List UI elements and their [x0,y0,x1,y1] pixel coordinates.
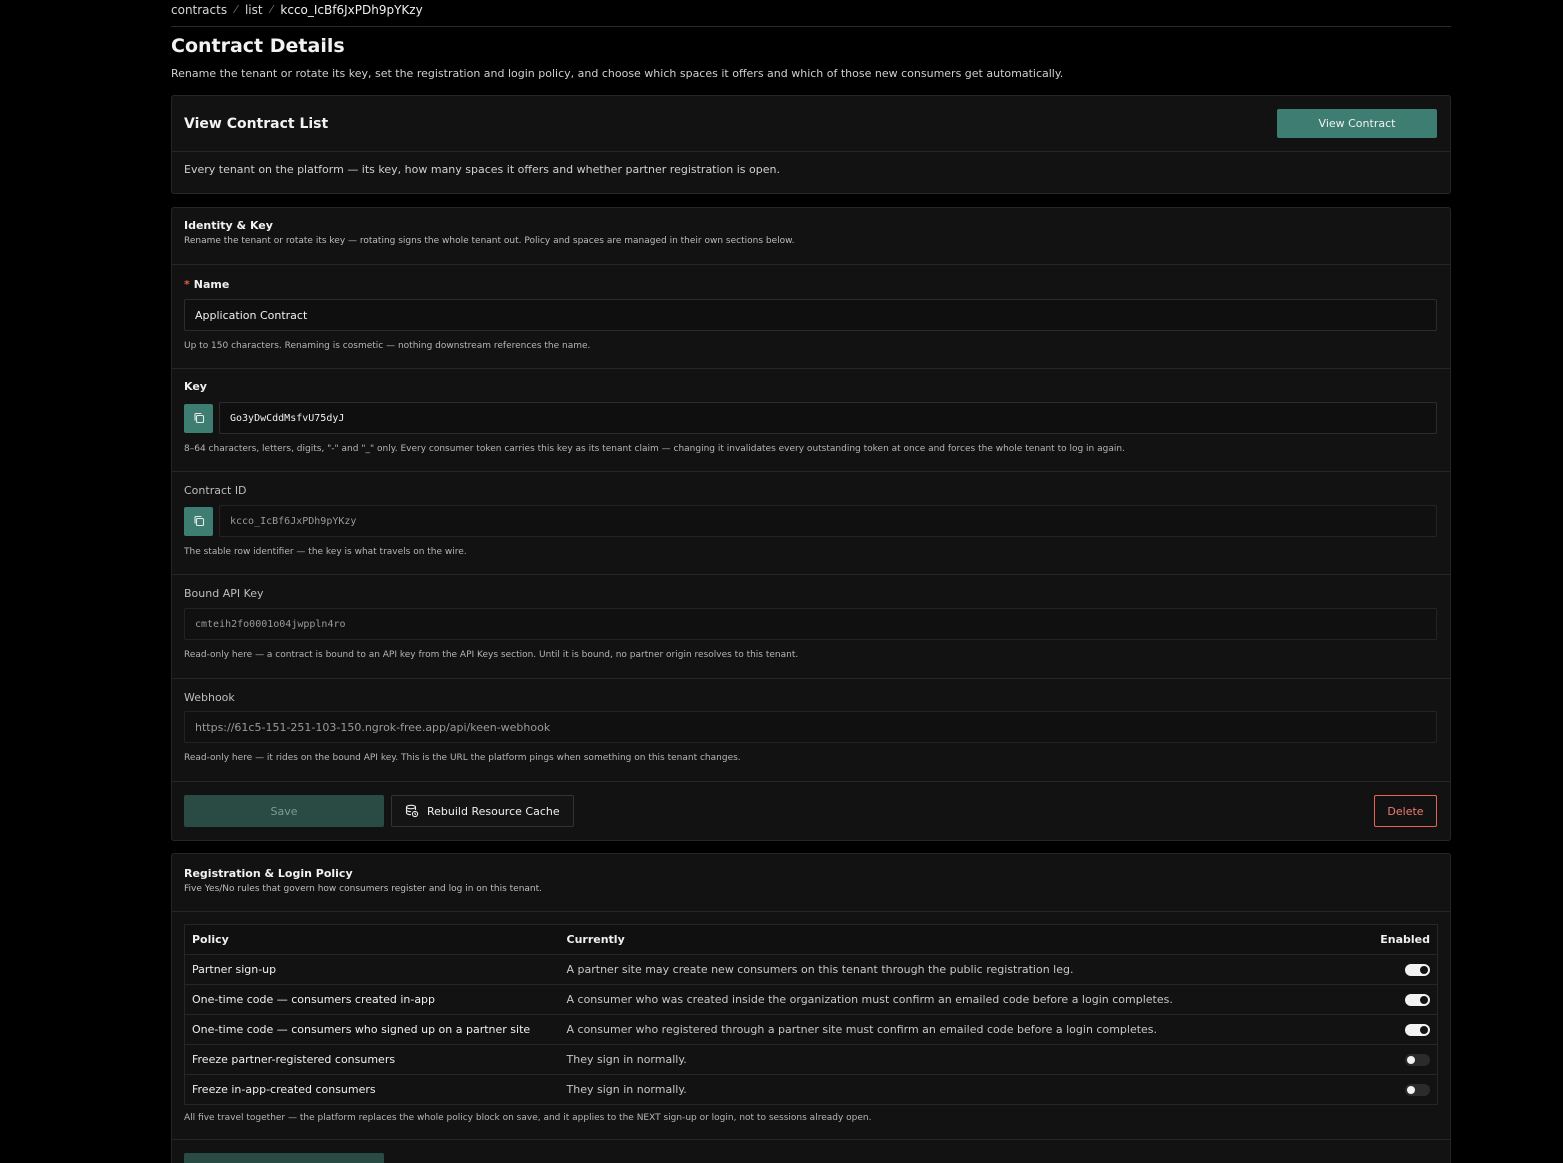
contract-id-input: kcco_IcBf6JxPDh9pYKzy [219,505,1437,537]
key-field-group: Key Go3yDwCddMsfvU75dyJ 8–64 characters,… [172,369,1450,472]
policy-enabled-cell [1357,954,1438,985]
policy-subtitle: Five Yes/No rules that govern how consum… [184,884,543,894]
webhook-input: https://61c5-151-251-103-150.ngrok-free.… [184,711,1437,743]
copy-icon [193,412,204,424]
table-row: One-time code — consumers created in-app… [184,984,1438,1015]
view-contract-button[interactable]: View Contract [1277,109,1437,138]
key-label: Key [184,380,207,393]
column-enabled: Enabled [1357,924,1438,955]
name-input[interactable]: Application Contract [184,299,1437,331]
contract-list-title: View Contract List [184,115,329,132]
contract-list-card-header: View Contract List View Contract [172,96,1450,152]
breadcrumb-separator: ⁄ [270,3,273,16]
api-key-label: Bound API Key [184,587,264,600]
save-button[interactable]: Save [184,795,384,827]
copy-contract-id-button[interactable] [184,506,213,536]
policy-table: Policy Currently Enabled Partner sign-up… [184,924,1438,1105]
policy-toggle[interactable] [1405,994,1430,1006]
policy-toggle[interactable] [1405,1054,1430,1066]
policy-name: Partner sign-up [184,954,560,985]
identity-subtitle: Rename the tenant or rotate its key — ro… [184,236,795,246]
contract-id-value: kcco_IcBf6JxPDh9pYKzy [230,515,357,527]
identity-title: Identity & Key [184,219,273,232]
policy-table-body: Partner sign-up A partner site may create… [184,954,1438,1105]
policy-name: Freeze partner-registered consumers [184,1044,560,1075]
breadcrumb-separator: ⁄ [235,3,237,16]
policy-toggle[interactable] [1405,964,1430,976]
policy-save-button[interactable] [184,1153,384,1163]
contract-id-row: kcco_IcBf6JxPDh9pYKzy [184,505,1437,537]
policy-current-state: A consumer who registered through a part… [559,1014,1358,1045]
policy-toggle[interactable] [1405,1024,1430,1036]
table-row: One-time code — consumers who signed up … [184,1014,1438,1045]
policy-enabled-cell [1357,1044,1438,1075]
table-row: Freeze in-app-created consumers They sign… [184,1074,1438,1105]
contract-id-label: Contract ID [184,484,247,497]
page-title: Contract Details [171,35,345,57]
table-row: Partner sign-up A partner site may create… [184,954,1438,985]
policy-card: Registration & Login Policy Five Yes/No … [171,853,1451,1163]
key-row: Go3yDwCddMsfvU75dyJ [184,402,1437,434]
column-currently: Currently [559,924,1358,955]
breadcrumb: contracts ⁄ list ⁄ kcco_IcBf6JxPDh9pYKzy [171,0,1451,27]
contract-id-field-group: Contract ID kcco_IcBf6JxPDh9pYKzy The st… [172,472,1450,575]
policy-enabled-cell [1357,1074,1438,1105]
key-input-value: Go3yDwCddMsfvU75dyJ [230,412,345,424]
policy-toggle[interactable] [1405,1084,1430,1096]
column-policy: Policy [184,924,560,955]
breadcrumb-current: kcco_IcBf6JxPDh9pYKzy [280,3,423,17]
database-refresh-icon [405,804,419,818]
api-key-field-group: Bound API Key cmteih2fo0001o04jwppln4ro … [172,575,1450,679]
policy-table-header: Policy Currently Enabled [184,924,1438,955]
api-key-help: Read-only here — a contract is bound to … [184,650,799,660]
webhook-help: Read-only here — it rides on the bound A… [184,753,741,763]
identity-section-header: Identity & Key Rename the tenant or rota… [172,208,1450,265]
webhook-value: https://61c5-151-251-103-150.ngrok-free.… [195,720,551,734]
policy-name: One-time code — consumers who signed up … [184,1014,560,1045]
api-key-value: cmteih2fo0001o04jwppln4ro [195,618,346,630]
policy-current-state: They sign in normally. [559,1044,1358,1075]
rebuild-cache-label: Rebuild Resource Cache [427,804,560,818]
rebuild-cache-button[interactable]: Rebuild Resource Cache [391,795,574,827]
key-input[interactable]: Go3yDwCddMsfvU75dyJ [219,402,1437,434]
identity-actions: Save Rebuild Resource Cache Delete [172,782,1450,827]
required-mark: * [184,278,190,291]
name-label: * Name [184,278,1437,291]
name-field-group: * Name Application Contract Up to 150 cha… [172,265,1450,369]
webhook-field-group: Webhook https://61c5-151-251-103-150.ngr… [172,679,1450,782]
name-input-value: Application Contract [195,308,308,322]
webhook-label: Webhook [184,691,235,704]
contract-list-card: View Contract List View Contract Every t… [171,95,1451,194]
policy-section-header: Registration & Login Policy Five Yes/No … [172,854,1450,912]
policy-name: One-time code — consumers created in-app [184,984,560,1015]
name-help: Up to 150 characters. Renaming is cosmet… [184,341,591,351]
policy-current-state: They sign in normally. [559,1074,1358,1105]
key-help: 8–64 characters, letters, digits, "-" an… [184,444,1125,454]
policy-name: Freeze in-app-created consumers [184,1074,560,1105]
page-description: Rename the tenant or rotate its key, set… [171,67,1064,80]
page-wrapper: contracts ⁄ list ⁄ kcco_IcBf6JxPDh9pYKzy… [171,0,1451,1163]
delete-button[interactable]: Delete [1374,795,1437,827]
policy-enabled-cell [1357,1014,1438,1045]
policy-enabled-cell [1357,984,1438,1015]
copy-icon [193,515,204,527]
breadcrumb-contracts[interactable]: contracts [171,3,227,17]
policy-title: Registration & Login Policy [184,867,353,880]
policy-current-state: A partner site may create new consumers … [559,954,1358,985]
breadcrumb-list[interactable]: list [245,3,263,17]
api-key-input: cmteih2fo0001o04jwppln4ro [184,608,1437,640]
policy-current-state: A consumer who was created inside the or… [559,984,1358,1015]
identity-key-card: Identity & Key Rename the tenant or rota… [171,207,1451,841]
policy-footnote: All five travel together — the platform … [172,1105,1450,1140]
contract-list-description: Every tenant on the platform — its key, … [184,163,780,176]
copy-key-button[interactable] [184,403,213,433]
table-row: Freeze partner-registered consumers They … [184,1044,1438,1075]
contract-id-help: The stable row identifier — the key is w… [184,547,467,557]
name-label-text: Name [193,278,230,291]
